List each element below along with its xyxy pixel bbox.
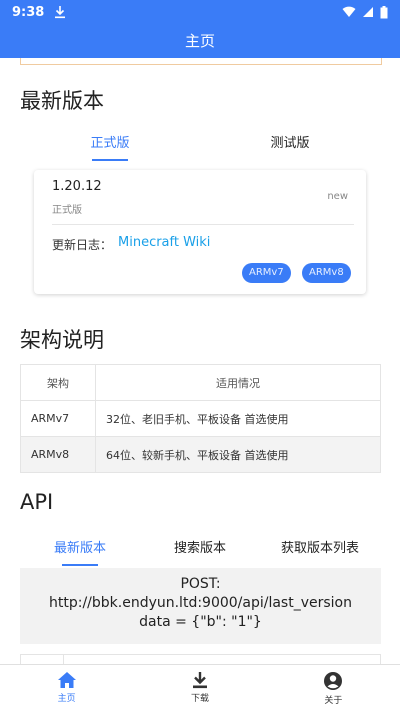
table-cell: 32位、老旧手机、平板设备 首选使用 [95,400,381,437]
code-line: POST: [180,576,221,592]
app-bar: 主页 [0,24,400,58]
changelog-link[interactable]: Minecraft Wiki [118,235,210,250]
api-code-block: POST: http://bbk.endyun.ltd:9000/api/las… [20,568,381,644]
new-badge: new [327,191,348,202]
tab-api-list[interactable]: 获取版本列表 [260,537,380,556]
status-bar: 9:38 [0,0,400,24]
release-tabs: 正式版 测试版 [20,132,380,151]
api-heading: API [20,490,54,514]
table-cell: ARMv7 [20,400,96,437]
nav-download-label: 下载 [190,694,209,704]
download-armv8-button[interactable]: ARMv8 [302,263,351,283]
table-header: 适用情况 [95,364,381,401]
card-divider [52,224,354,225]
tab-release[interactable]: 正式版 [20,132,200,151]
api-params-table [20,654,381,664]
tab-api-search[interactable]: 搜索版本 [140,537,260,556]
version-channel: 正式版 [52,205,82,216]
table-row: ARMv7 32位、老旧手机、平板设备 首选使用 [20,400,381,437]
download-icon [192,672,207,689]
table-cell: 64位、较新手机、平板设备 首选使用 [95,436,381,473]
architecture-table: 架构 适用情况 ARMv7 32位、老旧手机、平板设备 首选使用 ARMv8 6… [20,364,381,473]
nav-home-label: 主页 [57,694,76,704]
changelog-label: 更新日志： [52,238,113,252]
battery-icon [380,5,388,18]
previous-card-edge [20,58,382,65]
download-armv7-button[interactable]: ARMv7 [242,263,291,283]
home-icon [57,672,76,688]
table-cell: ARMv8 [20,436,96,473]
table-header-row: 架构 适用情况 [20,364,381,401]
signal-icon [363,7,373,17]
code-line: http://bbk.endyun.ltd:9000/api/last_vers… [48,595,352,611]
main-content[interactable]: 最新版本 正式版 测试版 1.20.12 正式版 new 更新日志： Minec… [0,58,400,664]
nav-about-label: 关于 [324,696,343,706]
tab-api-latest[interactable]: 最新版本 [20,537,140,556]
tab-beta[interactable]: 测试版 [200,132,380,151]
status-time: 9:38 [12,4,45,20]
code-line: data = {"b": "1"} [139,614,262,630]
nav-about[interactable]: 关于 [267,665,400,712]
latest-version-heading: 最新版本 [20,89,104,113]
version-number: 1.20.12 [52,179,102,194]
table-row: ARMv8 64位、较新手机、平板设备 首选使用 [20,436,381,473]
wifi-icon [342,6,356,17]
bottom-nav: 主页 下载 关于 [0,664,400,712]
architecture-heading: 架构说明 [20,328,104,352]
page-title: 主页 [184,32,215,50]
account-icon [324,672,343,690]
nav-download[interactable]: 下载 [133,665,266,712]
download-notification-icon [55,6,66,19]
table-divider [63,655,64,664]
nav-home[interactable]: 主页 [0,665,133,712]
version-card: 1.20.12 正式版 new 更新日志： Minecraft Wiki ARM… [34,170,366,294]
api-tabs: 最新版本 搜索版本 获取版本列表 [20,537,380,556]
table-header: 架构 [20,364,96,401]
